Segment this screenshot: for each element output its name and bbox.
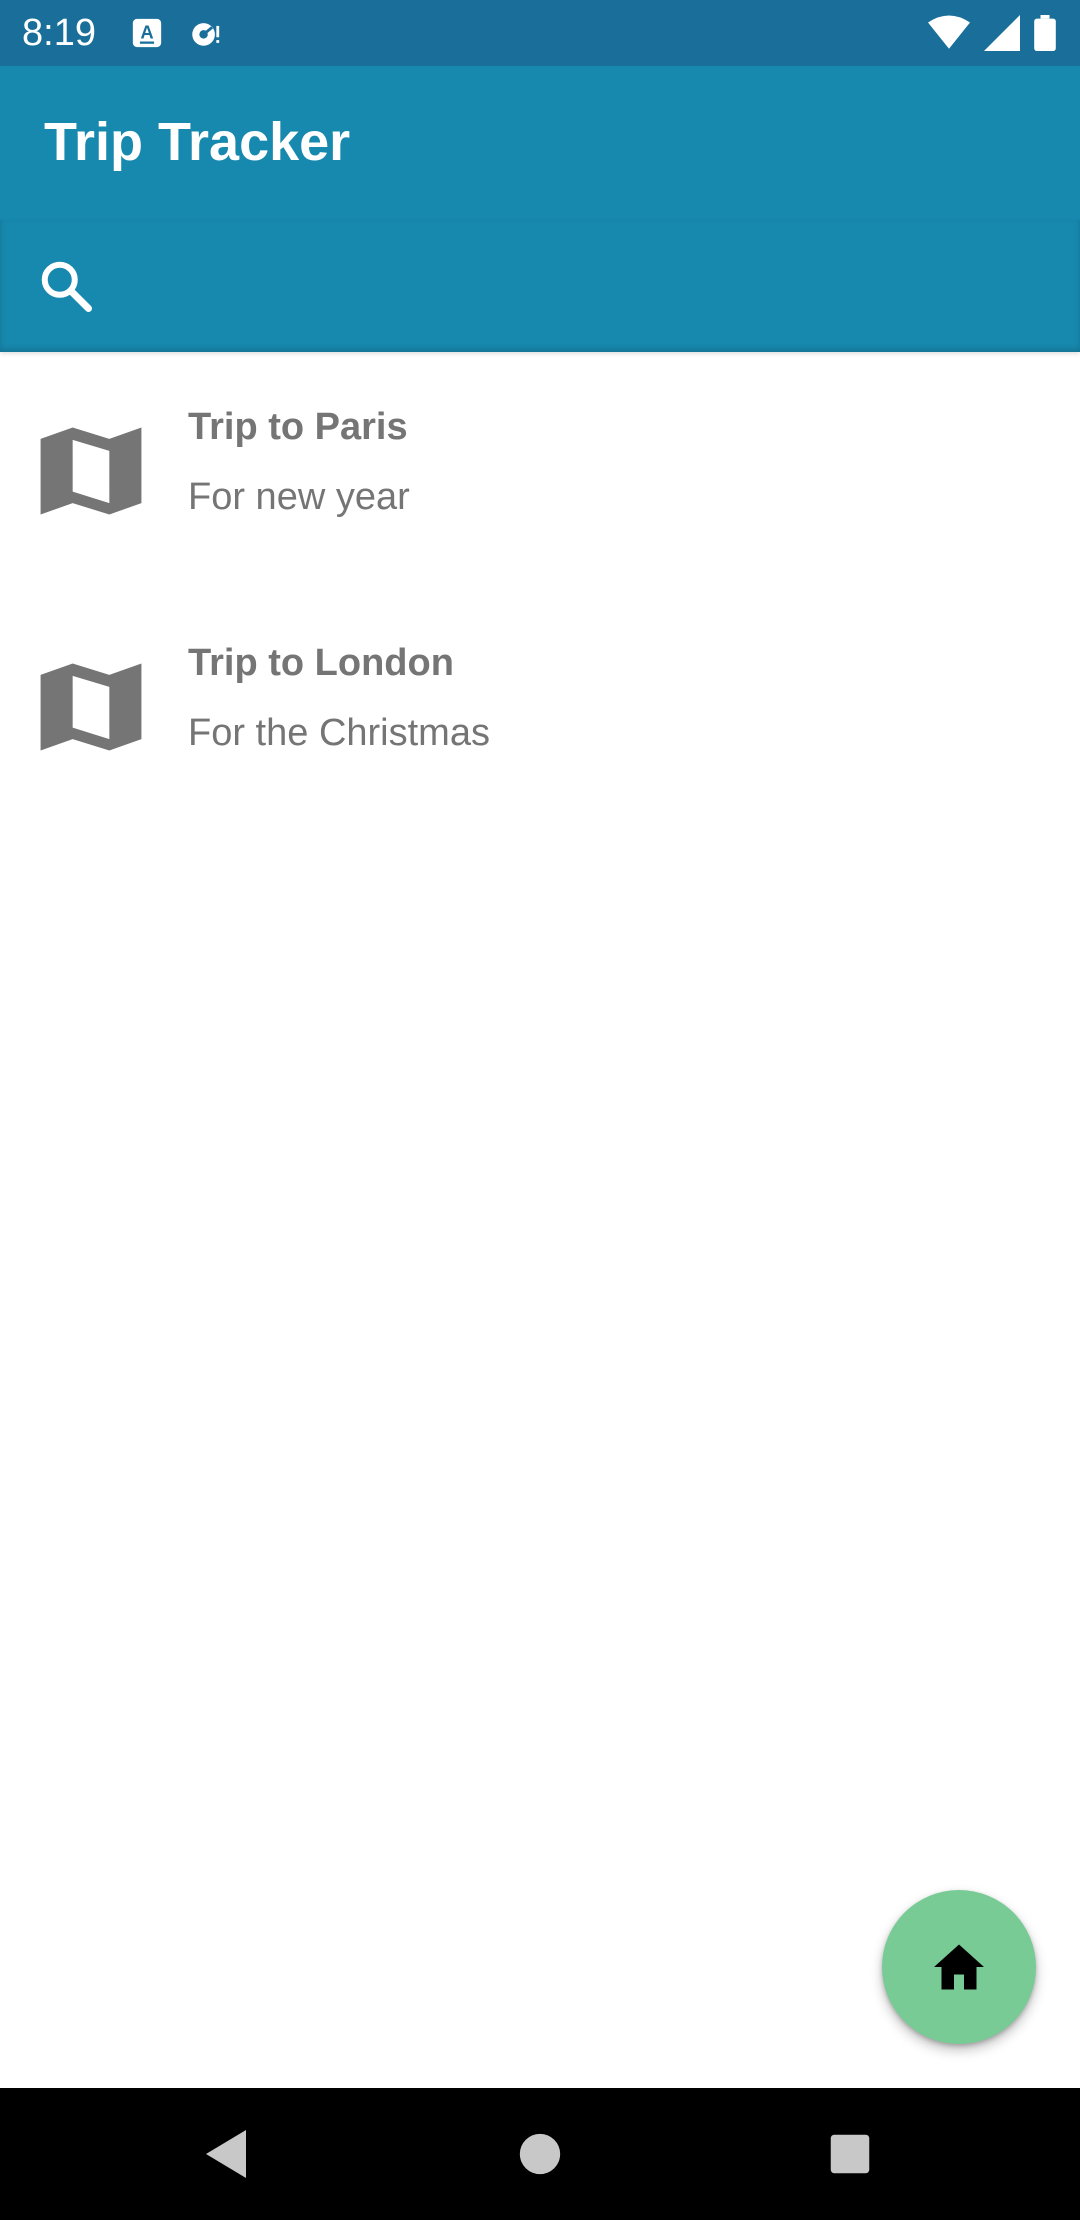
search-input[interactable] [120, 250, 1024, 324]
status-bar: 8:19 A [0, 0, 1080, 66]
sync-notification-icon [192, 23, 220, 46]
trip-title: Trip to Paris [188, 406, 408, 448]
search-bar [0, 220, 1080, 352]
app-title: Trip Tracker [44, 112, 351, 172]
svg-text:A: A [140, 22, 153, 43]
home-nav-icon [519, 2133, 561, 2175]
battery-icon [1034, 15, 1056, 51]
wifi-icon [928, 15, 970, 49]
status-time: 8:19 [22, 12, 96, 54]
trip-subtitle: For new year [188, 476, 410, 518]
back-button[interactable] [190, 2118, 262, 2190]
recents-button[interactable] [814, 2118, 886, 2190]
back-icon [206, 2130, 246, 2178]
search-icon[interactable] [36, 256, 96, 316]
home-nav-button[interactable] [504, 2118, 576, 2190]
trip-title: Trip to London [188, 642, 454, 684]
trip-subtitle: For the Christmas [188, 712, 490, 754]
map-icon [40, 427, 142, 515]
home-icon [934, 1944, 984, 1990]
home-fab-button[interactable] [882, 1890, 1036, 2044]
list-item[interactable]: Trip to Paris For new year [0, 352, 1080, 588]
trip-list: Trip to Paris For new year Trip to Londo… [0, 352, 1080, 824]
system-nav-bar [0, 2088, 1080, 2220]
signal-icon [984, 15, 1020, 51]
recents-icon [830, 2134, 870, 2174]
status-right-icons [928, 14, 1056, 52]
text-notification-icon: A [132, 18, 162, 48]
list-item[interactable]: Trip to London For the Christmas [0, 588, 1080, 824]
app-bar: Trip Tracker [0, 66, 1080, 220]
screen: 8:19 A Trip Tracker Trip to Paris For ne… [0, 0, 1080, 2220]
map-icon [40, 663, 142, 751]
